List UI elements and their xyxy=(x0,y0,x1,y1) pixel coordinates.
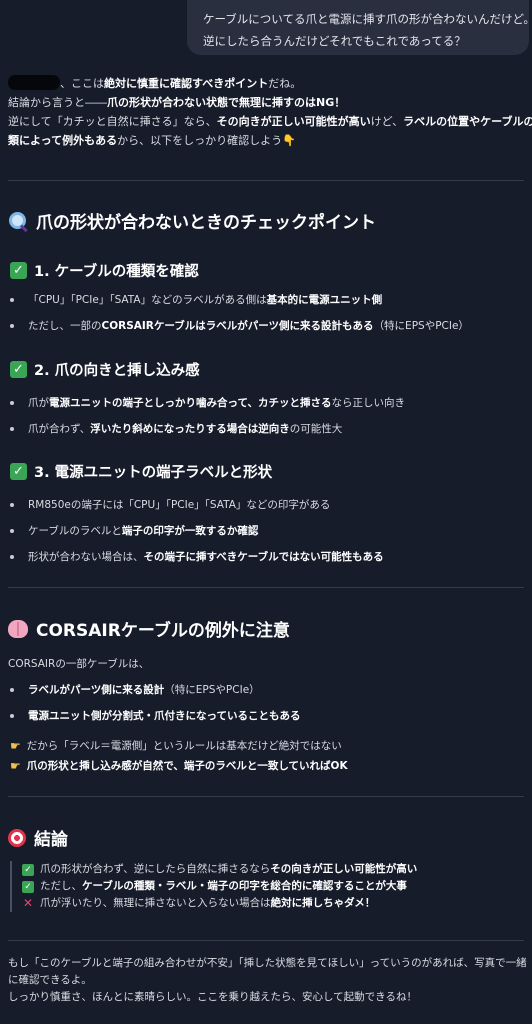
subheading-latch-direction: ✓ 2. 爪の向きと挿し込み感 xyxy=(10,359,200,380)
conclusion-item: ✕ 爪が浮いたり、無理に挿さないと入らない場合は 絶対に挿しちゃダメ！ xyxy=(22,896,376,910)
check-mark-icon: ✓ xyxy=(10,262,27,279)
list-item: 爪が合わず、 浮いたり斜めになったりする場合は逆向き の可能性大 xyxy=(10,421,342,437)
magnifier-icon xyxy=(8,211,28,232)
pointing-hand-icon: ☛ xyxy=(10,738,21,753)
subheading-cable-type: ✓ 1. ケーブルの種類を確認 xyxy=(10,260,199,281)
list-item: ただし、一部の CORSAIRケーブルはラベルがパーツ側に来る設計もある （特にEP… xyxy=(10,318,469,334)
brain-icon xyxy=(8,619,28,638)
cross-mark-icon: ✕ xyxy=(22,896,34,910)
redacted-name xyxy=(8,75,60,90)
pointer-line: ☛ 爪の形状と挿し込み感が自然で、端子のラベルと一致していればOK xyxy=(10,758,348,773)
conclusion-item: ✓ ただし、 ケーブルの種類・ラベル・端子の印字を総合的に確認することが大事 xyxy=(22,878,520,895)
list-item: 形状が合わない場合は、 その端子に挿すべきケーブルではない可能性もある xyxy=(10,549,384,565)
list-item: ラベルがパーツ側に来る設計 （特にEPSやPCIe） xyxy=(10,682,260,698)
list-item: 「CPU」「PCIe」「SATA」などのラベルがある側は 基本的に電源ユニット側 xyxy=(10,292,382,308)
list-item: 爪が 電源ユニットの端子としっかり噛み合って、カチッと挿さる なら正しい向き xyxy=(10,395,405,411)
conclusion-block: ✓ 爪の形状が合わず、逆にしたら自然に挿さるなら その向きが正しい可能性が高い ✓… xyxy=(10,861,520,912)
pointer-line: ☛ だから「ラベル＝電源側」というルールは基本だけど絶対ではない xyxy=(10,738,342,753)
chat-page: ケーブルについてる爪と電源に挿す爪の形が合わないんだけど。 逆にしたら合うんだけ… xyxy=(0,0,532,1024)
conclusion-item: ✓ 爪の形状が合わず、逆にしたら自然に挿さるなら その向きが正しい可能性が高い xyxy=(22,861,520,878)
assistant-intro: 、ここは絶対に慎重に確認すべきポイントだね。 結論から言うと――爪の形状が合わな… xyxy=(8,75,532,147)
section-lead: CORSAIRの一部ケーブルは、 xyxy=(8,658,150,670)
list-item: ケーブルのラベルと 端子の印字が一致するか確認 xyxy=(10,523,258,539)
check-mark-icon: ✓ xyxy=(10,463,27,480)
divider xyxy=(8,587,524,588)
check-mark-icon: ✓ xyxy=(22,880,34,893)
target-icon xyxy=(8,828,26,847)
check-mark-icon: ✓ xyxy=(22,863,34,876)
section-heading-corsair: CORSAIRケーブルの例外に注意 xyxy=(8,616,290,641)
divider xyxy=(8,940,524,941)
user-message-line: 逆にしたら合うんだけどそれでもこれであってる？ xyxy=(203,34,466,48)
user-message-bubble: ケーブルについてる爪と電源に挿す爪の形が合わないんだけど。 逆にしたら合うんだけ… xyxy=(187,0,532,55)
subheading-psu-label: ✓ 3. 電源ユニットの端子ラベルと形状 xyxy=(10,461,272,482)
closing-text: もし「このケーブルと端子の組み合わせが不安」「挿した状態を見てほしい」っていうの… xyxy=(8,957,527,1003)
list-item: 電源ユニット側が分割式・爪付きになっていることもある xyxy=(10,708,300,724)
section-heading-conclusion: 結論 xyxy=(8,825,68,850)
list-item: RM850eの端子には「CPU」「PCIe」「SATA」などの印字がある xyxy=(10,497,330,513)
divider xyxy=(8,180,524,181)
divider xyxy=(8,796,524,797)
check-mark-icon: ✓ xyxy=(10,361,27,378)
section-heading-checkpoints: 爪の形状が合わないときのチェックポイント xyxy=(8,208,376,233)
user-message-line: ケーブルについてる爪と電源に挿す爪の形が合わないんだけど。 xyxy=(203,12,532,26)
pointing-hand-icon: ☛ xyxy=(10,758,21,773)
